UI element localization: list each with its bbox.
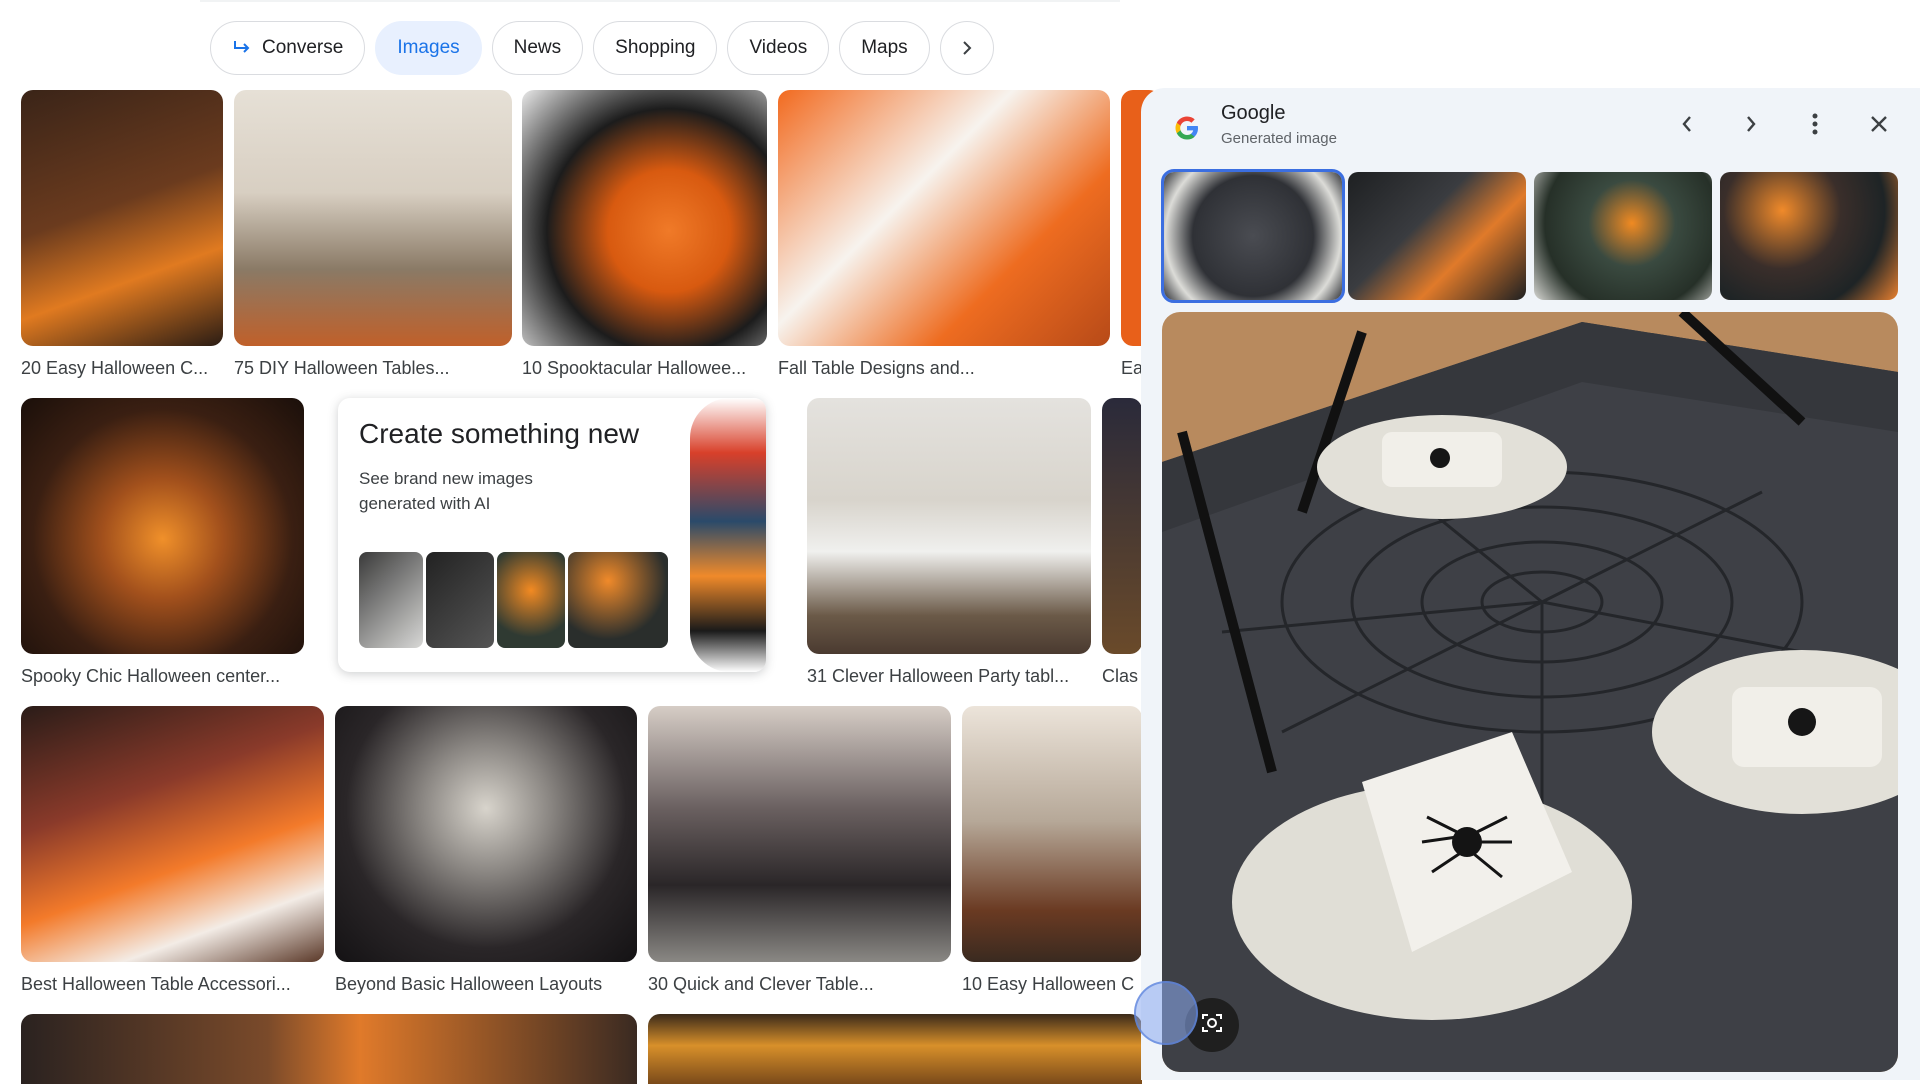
result-caption-4[interactable]: Fall Table Designs and...	[778, 358, 1110, 379]
result-image-3[interactable]	[522, 90, 767, 346]
tab-shopping-label: Shopping	[615, 37, 696, 58]
panel-subtitle: Generated image	[1221, 130, 1337, 147]
result-image-1[interactable]	[21, 90, 223, 346]
tab-converse-label: Converse	[262, 37, 344, 58]
thumbnail-4[interactable]	[1720, 172, 1898, 300]
result-image-8[interactable]	[1102, 398, 1142, 654]
chevron-left-icon	[1679, 113, 1695, 140]
result-image-7[interactable]	[807, 398, 1091, 654]
thumbnail-2[interactable]	[1348, 172, 1526, 300]
result-image-11[interactable]	[648, 706, 951, 962]
result-image-10[interactable]	[335, 706, 637, 962]
previous-button[interactable]	[1665, 104, 1709, 148]
create-card-art	[690, 398, 766, 672]
create-card-subtitle: See brand new images generated with AI	[359, 469, 533, 513]
tab-images-label: Images	[397, 37, 460, 58]
result-caption-3[interactable]: 10 Spooktacular Hallowee...	[522, 358, 772, 379]
chevron-right-icon	[1743, 113, 1759, 140]
thumbnail-3[interactable]	[1534, 172, 1712, 300]
tab-converse[interactable]: Converse	[210, 21, 366, 75]
image-preview-panel: Google Generated image	[1141, 88, 1920, 1080]
tab-news[interactable]: News	[491, 21, 584, 75]
lens-icon	[1200, 1011, 1224, 1040]
result-image-13[interactable]	[21, 1014, 637, 1084]
close-icon	[1869, 114, 1889, 139]
tab-news-label: News	[513, 37, 562, 58]
result-image-4[interactable]	[778, 90, 1110, 346]
create-card-preview-2	[426, 552, 494, 648]
top-divider	[200, 0, 1120, 2]
tab-videos[interactable]: Videos	[727, 21, 830, 75]
result-caption-7[interactable]: 31 Clever Halloween Party tabl...	[807, 666, 1091, 687]
tab-maps-label: Maps	[861, 37, 908, 58]
tab-shopping[interactable]: Shopping	[593, 21, 718, 75]
thumbnail-1[interactable]	[1161, 169, 1345, 303]
more-tabs-button[interactable]	[939, 21, 994, 75]
next-button[interactable]	[1729, 104, 1773, 148]
result-image-6[interactable]	[21, 398, 304, 654]
create-card-title: Create something new	[359, 418, 640, 449]
generated-image[interactable]	[1162, 312, 1898, 1072]
tab-videos-label: Videos	[749, 37, 808, 58]
pointer-highlight	[1134, 981, 1198, 1045]
converse-arrow-icon	[232, 39, 252, 57]
tab-images[interactable]: Images	[375, 21, 482, 75]
result-caption-1[interactable]: 20 Easy Halloween C...	[21, 358, 226, 379]
result-caption-12[interactable]: 10 Easy Halloween C	[962, 974, 1142, 995]
close-button[interactable]	[1857, 104, 1901, 148]
result-caption-9[interactable]: Best Halloween Table Accessori...	[21, 974, 324, 995]
more-vert-icon	[1811, 112, 1819, 141]
result-caption-10[interactable]: Beyond Basic Halloween Layouts	[335, 974, 637, 995]
create-card-preview-4	[568, 552, 668, 648]
result-caption-2[interactable]: 75 DIY Halloween Tables...	[234, 358, 512, 379]
create-ai-card[interactable]: Create something new See brand new image…	[338, 398, 766, 672]
chevron-right-icon	[960, 39, 974, 57]
result-image-14[interactable]	[648, 1014, 1142, 1084]
create-card-preview-1	[359, 552, 423, 648]
search-tabs: Converse Images News Shopping Videos Map…	[210, 21, 994, 75]
result-caption-8[interactable]: Clas	[1102, 666, 1142, 687]
google-g-icon	[1171, 112, 1203, 144]
result-caption-11[interactable]: 30 Quick and Clever Table...	[648, 974, 951, 995]
more-options-button[interactable]	[1793, 104, 1837, 148]
result-image-2[interactable]	[234, 90, 512, 346]
create-card-preview-3	[497, 552, 565, 648]
result-image-12[interactable]	[962, 706, 1142, 962]
tab-maps[interactable]: Maps	[839, 21, 930, 75]
panel-title: Google	[1221, 102, 1286, 124]
result-caption-5[interactable]: Ea	[1121, 358, 1141, 379]
result-image-9[interactable]	[21, 706, 324, 962]
result-caption-6[interactable]: Spooky Chic Halloween center...	[21, 666, 311, 687]
